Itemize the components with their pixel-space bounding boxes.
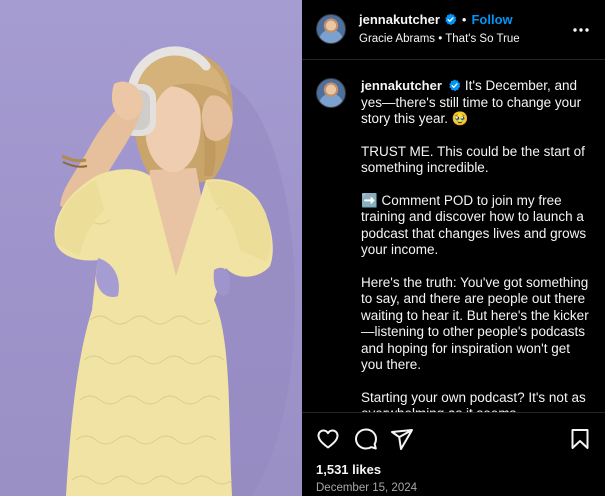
bookmark-icon[interactable] (568, 427, 592, 451)
post-actions: 1,531 likes December 15, 2024 (302, 412, 605, 496)
separator-dot: • (461, 12, 467, 27)
verified-badge-icon (445, 13, 457, 26)
caption-paragraph: jennakutcher It's December, and yes—there… (361, 78, 593, 128)
verified-badge-icon (449, 79, 461, 92)
caption-line-5: Starting your own podcast? It's not as o… (361, 389, 586, 413)
post-date: December 15, 2024 (316, 482, 418, 494)
caption-username[interactable]: jennakutcher (361, 78, 442, 93)
caption-line-2: TRUST ME. This could be the start of som… (361, 143, 585, 176)
post-photo[interactable] (0, 0, 302, 496)
caption-avatar[interactable] (316, 78, 346, 108)
audio-track-link[interactable]: Gracie Abrams • That's So True (359, 33, 520, 45)
comment-icon[interactable] (354, 427, 378, 451)
post-header: jennakutcher • Follow Gracie Abrams • Th… (302, 0, 605, 60)
avatar[interactable] (316, 14, 346, 44)
caption-line-4: Here's the truth: You've got something t… (361, 274, 589, 373)
send-icon[interactable] (390, 427, 414, 451)
caption-text: jennakutcher It's December, and yes—there… (361, 78, 593, 412)
follow-button[interactable]: Follow (471, 12, 512, 27)
heart-icon[interactable] (316, 427, 340, 451)
more-options-icon[interactable] (571, 20, 591, 40)
author-username[interactable]: jennakutcher (359, 12, 440, 27)
caption-area: jennakutcher It's December, and yes—there… (302, 60, 605, 412)
woman-with-headphones-image (54, 46, 295, 496)
post-detail-panel: jennakutcher • Follow Gracie Abrams • Th… (302, 0, 605, 496)
caption-line-3: ➡️ Comment POD to join my free training … (361, 192, 587, 258)
likes-count[interactable]: 1,531 likes (316, 462, 381, 477)
